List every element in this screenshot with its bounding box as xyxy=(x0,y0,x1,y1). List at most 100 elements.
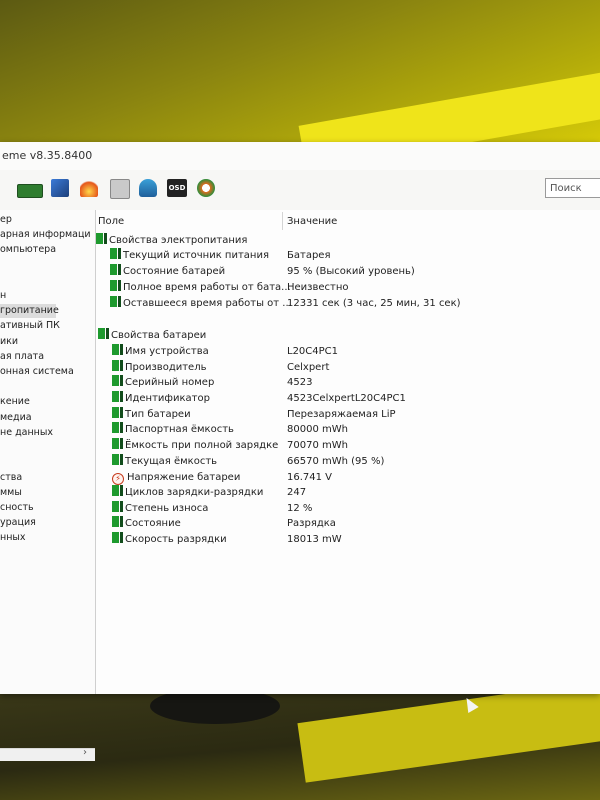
column-header-value[interactable]: Значение xyxy=(287,216,337,227)
field-label: Состояние батарей xyxy=(123,266,226,277)
table-row[interactable]: Ёмкость при полной зарядке 70070 mWh xyxy=(96,438,600,454)
table-row[interactable]: Серийный номер 4523 xyxy=(96,375,600,391)
table-row[interactable]: Степень износа 12 % xyxy=(96,501,600,517)
table-row[interactable]: Имя устройства L20C4PC1 xyxy=(96,344,600,360)
nav-item[interactable]: сность xyxy=(0,501,34,515)
battery-terminal-icon xyxy=(120,532,123,543)
nav-item[interactable]: урация xyxy=(0,516,36,530)
fire-icon[interactable] xyxy=(80,179,98,197)
table-row[interactable]: Текущая ёмкость 66570 mWh (95 %) xyxy=(96,454,600,470)
printer-icon[interactable] xyxy=(110,179,130,199)
field-label: Оставшееся время работы от ... xyxy=(123,298,292,309)
group-title: Свойства электропитания xyxy=(109,235,248,246)
battery-icon xyxy=(110,296,117,307)
battery-icon xyxy=(112,532,119,543)
battery-terminal-icon xyxy=(120,407,123,418)
field-label: Полное время работы от бата... xyxy=(123,282,291,293)
title-bar: eme v8.35.8400 xyxy=(0,142,600,170)
battery-icon xyxy=(112,375,119,386)
gauge-icon[interactable] xyxy=(197,179,215,197)
battery-icon xyxy=(110,264,117,275)
nav-item[interactable]: н xyxy=(0,289,6,303)
table-row[interactable]: Состояние батарей 95 % (Высокий уровень) xyxy=(96,264,600,280)
search-input[interactable]: Поиск xyxy=(545,178,600,198)
field-label: Идентификатор xyxy=(125,393,210,404)
nav-item[interactable]: не данных xyxy=(0,426,53,440)
table-row[interactable]: Полное время работы от бата... Неизвестн… xyxy=(96,280,600,296)
battery-terminal-icon xyxy=(120,391,123,402)
field-value: 18013 mW xyxy=(287,534,342,545)
battery-terminal-icon xyxy=(120,454,123,465)
group-header-battery[interactable]: Свойства батареи xyxy=(96,328,600,344)
network-icon[interactable] xyxy=(51,179,69,197)
nav-item[interactable]: арная информаци xyxy=(0,228,91,242)
field-label: Серийный номер xyxy=(125,377,215,388)
table-row[interactable]: Оставшееся время работы от ... 12331 сек… xyxy=(96,296,600,312)
field-label: Текущий источник питания xyxy=(123,250,269,261)
field-value: 70070 mWh xyxy=(287,440,348,451)
nav-item[interactable]: ики xyxy=(0,335,18,349)
battery-icon xyxy=(112,485,119,496)
battery-terminal-icon xyxy=(104,233,107,244)
nav-item[interactable]: ммы xyxy=(0,486,22,500)
battery-icon xyxy=(112,422,119,433)
nav-item[interactable]: ства xyxy=(0,471,22,485)
osd-icon[interactable]: OSD xyxy=(167,179,187,197)
battery-terminal-icon xyxy=(120,438,123,449)
nav-item[interactable]: кение xyxy=(0,395,30,409)
table-row[interactable]: Состояние Разрядка xyxy=(96,516,600,532)
horizontal-scrollbar[interactable]: › xyxy=(0,747,95,761)
nav-item[interactable]: медиа xyxy=(0,411,32,425)
app-window: eme v8.35.8400 › OSD Поиск ер арная инфо… xyxy=(0,142,600,761)
battery-icon xyxy=(110,280,117,291)
table-row[interactable]: Циклов зарядки-разрядки 247 xyxy=(96,485,600,501)
battery-terminal-icon xyxy=(118,248,121,259)
memory-icon[interactable] xyxy=(17,184,43,198)
table-row[interactable]: Идентификатор 4523CelxpertL20C4PC1 xyxy=(96,391,600,407)
battery-terminal-icon xyxy=(120,501,123,512)
group-header-power[interactable]: Свойства электропитания xyxy=(96,233,600,249)
battery-icon xyxy=(112,454,119,465)
nav-item-power[interactable]: гропитание xyxy=(0,304,59,318)
table-row[interactable]: Производитель Celxpert xyxy=(96,360,600,376)
field-value: 80000 mWh xyxy=(287,424,348,435)
nav-item[interactable]: онная система xyxy=(0,365,74,379)
field-value: 16.741 V xyxy=(287,472,333,483)
scroll-right-icon[interactable]: › xyxy=(83,747,87,758)
battery-terminal-icon xyxy=(118,296,121,307)
table-row[interactable]: ⚡ Напряжение батареи 16.741 V xyxy=(96,470,600,486)
toolbar: › OSD xyxy=(0,174,600,204)
battery-icon xyxy=(112,438,119,449)
nav-item[interactable]: нных xyxy=(0,531,26,545)
table-row[interactable]: Скорость разрядки 18013 mW xyxy=(96,532,600,548)
battery-terminal-icon xyxy=(120,516,123,527)
column-header-field[interactable]: Поле xyxy=(98,216,124,227)
column-divider[interactable] xyxy=(282,212,283,230)
battery-icon xyxy=(112,516,119,527)
nav-item[interactable]: омпьютера xyxy=(0,243,56,257)
table-row[interactable]: Тип батареи Перезаряжаемая LiP xyxy=(96,407,600,423)
field-value: 4523 xyxy=(287,377,313,388)
battery-icon xyxy=(112,344,119,355)
navigation-tree: ер арная информаци омпьютера н гропитани… xyxy=(0,210,96,761)
table-row[interactable]: Текущий источник питания Батарея xyxy=(96,248,600,264)
field-value: Celxpert xyxy=(287,362,330,373)
group-title: Свойства батареи xyxy=(111,330,207,341)
battery-terminal-icon xyxy=(106,328,109,339)
field-value: Неизвестно xyxy=(287,282,349,293)
field-value: 95 % (Высокий уровень) xyxy=(287,266,415,277)
field-label: Тип батареи xyxy=(125,409,191,420)
table-row[interactable]: Паспортная ёмкость 80000 mWh xyxy=(96,422,600,438)
battery-icon xyxy=(96,233,103,244)
window-title: eme v8.35.8400 xyxy=(2,149,93,162)
battery-icon xyxy=(112,407,119,418)
battery-icon xyxy=(112,501,119,512)
nav-item[interactable]: ая плата xyxy=(0,350,44,364)
nav-item[interactable]: ер xyxy=(0,213,12,227)
users-icon[interactable] xyxy=(139,179,157,197)
arrow-right-icon[interactable]: › xyxy=(0,179,2,197)
nav-item[interactable]: ативный ПК xyxy=(0,319,60,333)
battery-icon xyxy=(110,248,117,259)
battery-icon xyxy=(112,360,119,371)
field-value: Перезаряжаемая LiP xyxy=(287,409,396,420)
